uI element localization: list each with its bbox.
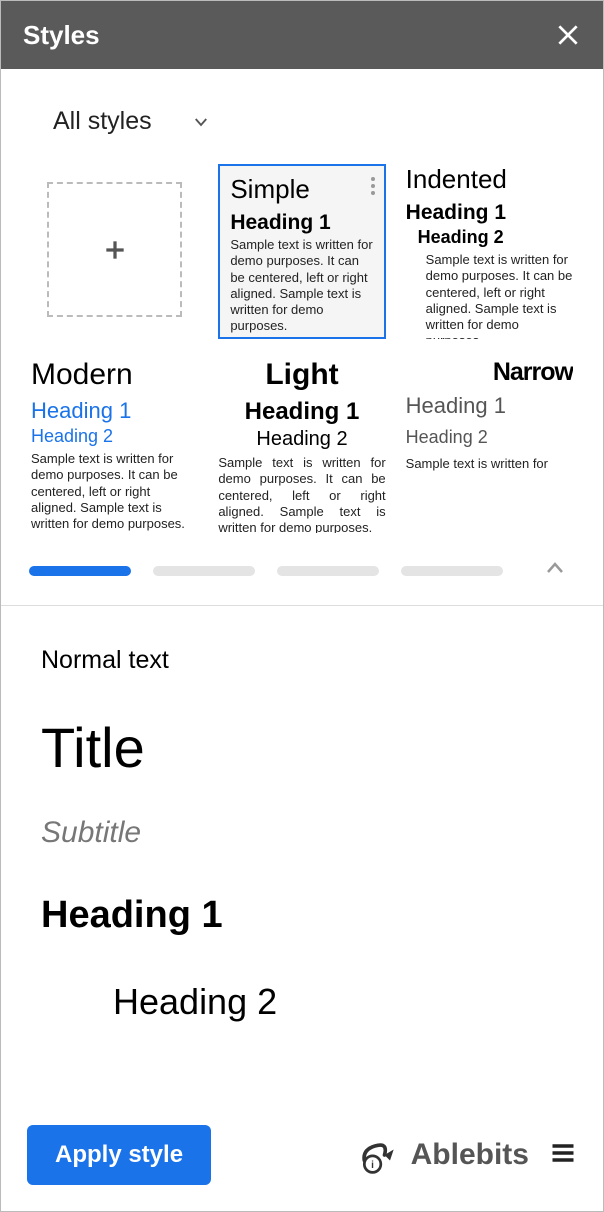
pager-dot-3[interactable] <box>277 566 379 576</box>
footer-menu-button[interactable] <box>549 1139 577 1172</box>
panel-title: Styles <box>23 20 100 51</box>
style-item-normal[interactable]: Normal text <box>41 646 563 675</box>
style-filter-label: All styles <box>53 107 152 136</box>
card-heading2: Heading 2 <box>418 227 573 248</box>
card-pager <box>29 534 575 605</box>
style-filter-dropdown[interactable]: All styles <box>29 97 575 164</box>
panel-footer: Apply style i Ablebits <box>1 1107 603 1211</box>
style-card-grid: Simple Heading 1 Sample text is written … <box>29 164 575 534</box>
chevron-up-icon <box>543 556 567 580</box>
plus-icon <box>102 237 128 263</box>
more-vertical-icon <box>370 176 376 196</box>
style-card-light[interactable]: Light Heading 1 Heading 2 Sample text is… <box>218 358 385 533</box>
card-heading1: Heading 1 <box>31 398 198 424</box>
pager-dot-4[interactable] <box>401 566 503 576</box>
chevron-down-icon <box>192 113 210 131</box>
style-item-title[interactable]: Title <box>41 715 563 780</box>
pager-dot-1[interactable] <box>29 566 131 576</box>
card-sample-text: Sample text is written for demo purposes… <box>218 455 385 533</box>
card-title: Indented <box>406 164 573 195</box>
ablebits-logo-icon: i <box>357 1133 401 1177</box>
close-button[interactable] <box>555 22 581 48</box>
style-item-subtitle[interactable]: Subtitle <box>41 816 563 850</box>
card-heading1: Heading 1 <box>406 201 573 225</box>
card-slot-add <box>31 164 198 340</box>
style-card-simple[interactable]: Simple Heading 1 Sample text is written … <box>218 164 385 339</box>
style-item-heading2[interactable]: Heading 2 <box>41 981 563 1023</box>
brand-name: Ablebits <box>411 1138 529 1172</box>
style-card-indented[interactable]: Indented Heading 1 Heading 2 Sample text… <box>406 164 573 339</box>
style-card-narrow[interactable]: Narrow Heading 1 Heading 2 Sample text i… <box>406 358 573 533</box>
pager-dot-2[interactable] <box>153 566 255 576</box>
style-item-heading1[interactable]: Heading 1 <box>41 894 563 937</box>
card-title: Simple <box>230 174 373 205</box>
card-menu-button[interactable] <box>370 176 376 201</box>
card-title: Modern <box>31 358 198 392</box>
close-icon <box>555 22 581 48</box>
card-sample-text: Sample text is written for demo purposes… <box>31 451 198 532</box>
panel-header: Styles <box>1 1 603 69</box>
brand-badge[interactable]: i Ablebits <box>357 1133 529 1177</box>
card-heading1: Heading 1 <box>218 398 385 426</box>
svg-text:i: i <box>371 1160 374 1171</box>
card-sample-text: Sample text is written for demo purposes… <box>230 237 373 335</box>
card-heading2: Heading 2 <box>406 427 573 448</box>
card-title: Narrow <box>406 358 573 387</box>
add-style-button[interactable] <box>47 182 182 317</box>
hamburger-icon <box>549 1139 577 1167</box>
apply-style-button[interactable]: Apply style <box>27 1125 211 1185</box>
card-sample-text: Sample text is written for demo purposes… <box>426 252 573 339</box>
card-heading2: Heading 2 <box>31 426 198 447</box>
card-heading1: Heading 1 <box>406 393 573 419</box>
collapse-cards-button[interactable] <box>543 556 567 585</box>
card-heading2: Heading 2 <box>218 428 385 451</box>
card-heading1: Heading 1 <box>230 211 373 235</box>
style-card-modern[interactable]: Modern Heading 1 Heading 2 Sample text i… <box>31 358 198 533</box>
card-sample-text: Sample text is written for <box>406 456 573 472</box>
card-title: Light <box>218 358 385 392</box>
